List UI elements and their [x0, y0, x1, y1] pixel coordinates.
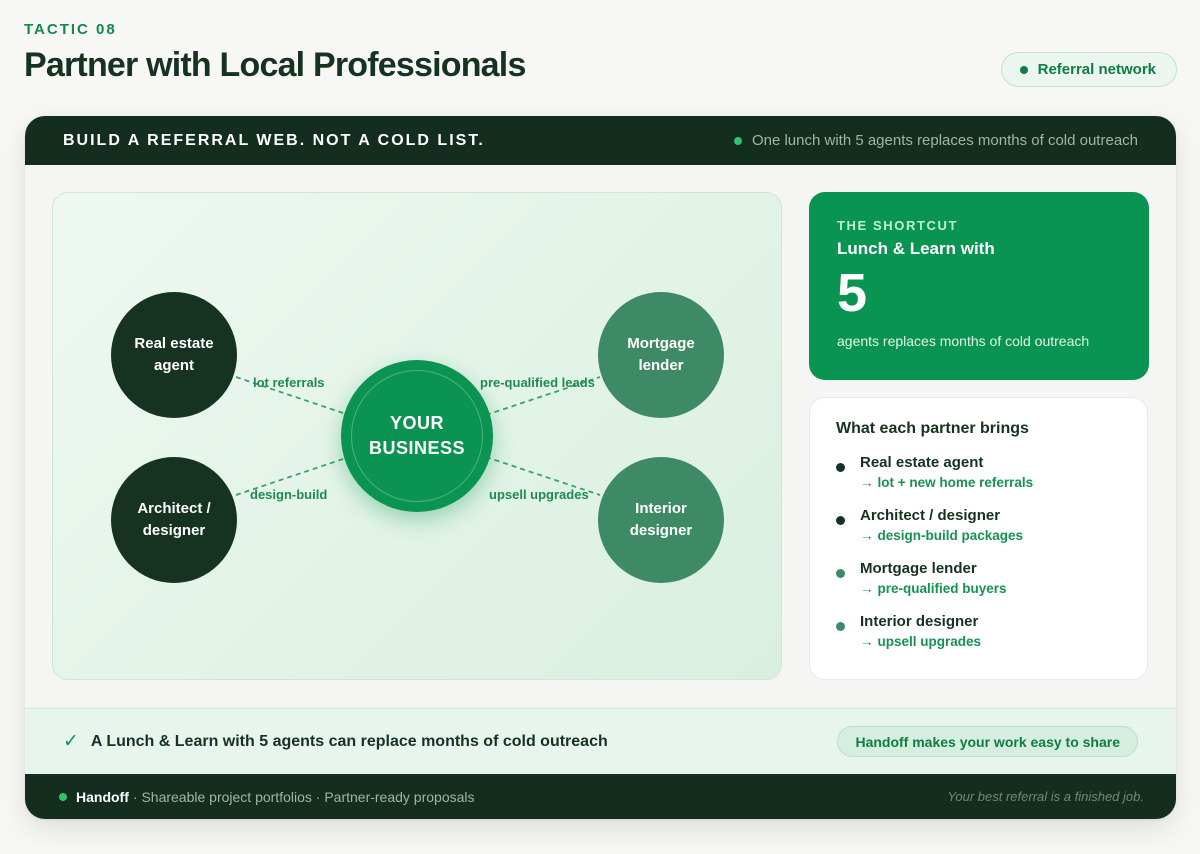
footer-brand: Handoff	[76, 788, 129, 805]
shortcut-card: THE SHORTCUT Lunch & Learn with 5 agents…	[809, 192, 1149, 380]
node-label: Interior designer	[629, 500, 693, 539]
node-label: Mortgage lender	[627, 335, 695, 374]
card-header-note-text: One lunch with 5 agents replaces months …	[751, 132, 1138, 149]
bullet-icon	[836, 569, 845, 578]
card-header-title: BUILD A REFERRAL WEB. NOT A COLD LIST.	[63, 131, 485, 149]
partner-name: Architect / designer	[860, 507, 1001, 524]
card-header-note: One lunch with 5 agents replaces months …	[733, 132, 1138, 149]
tactic-eyebrow: TACTIC 08	[24, 21, 117, 38]
page-title: Partner with Local Professionals	[24, 46, 526, 84]
shortcut-eyebrow: THE SHORTCUT	[837, 218, 959, 233]
footer-items: · Shareable project portfolios · Partner…	[132, 788, 475, 805]
partner-name: Interior designer	[860, 613, 979, 630]
node-interior-designer: Interior designer	[598, 457, 724, 583]
card-footer: Handoff · Shareable project portfolios ·…	[25, 774, 1176, 819]
partner-benefits-card: What each partner brings Real estate age…	[809, 397, 1148, 680]
partner-benefit: → upsell upgrades	[860, 634, 1121, 650]
bullet-icon	[836, 516, 845, 525]
partner-benefit: → pre-qualified buyers	[860, 581, 1121, 597]
node-label: Real estate agent	[134, 335, 214, 374]
partner-benefit: → design-build packages	[860, 528, 1121, 544]
list-item: Interior designer → upsell upgrades	[836, 613, 1121, 650]
list-item: Architect / designer → design-build packa…	[836, 507, 1121, 544]
status-dot-icon	[733, 136, 742, 145]
partner-benefits-title: What each partner brings	[836, 420, 1029, 437]
arrow-right-icon: →	[860, 528, 874, 543]
node-your-business: YOUR BUSINESS	[341, 360, 493, 512]
partner-name: Mortgage lender	[860, 560, 977, 577]
partner-benefit-text: upsell upgrades	[877, 634, 982, 649]
referral-diagram: Real estate agent Architect / designer M…	[52, 192, 782, 680]
tactic-card: BUILD A REFERRAL WEB. NOT A COLD LIST. O…	[25, 116, 1176, 819]
takeaway-text: A Lunch & Learn with 5 agents can replac…	[90, 732, 608, 750]
check-icon: ✓	[63, 731, 79, 752]
partner-benefit-text: pre-qualified buyers	[877, 581, 1007, 596]
takeaway-bar: ✓ A Lunch & Learn with 5 agents can repl…	[25, 708, 1176, 774]
partner-benefit: → lot + new home referrals	[860, 475, 1121, 491]
partner-benefit-text: lot + new home referrals	[877, 475, 1034, 490]
node-architect-designer: Architect / designer	[111, 457, 237, 583]
bullet-icon	[836, 622, 845, 631]
partner-name: Real estate agent	[860, 454, 984, 471]
center-label: YOUR BUSINESS	[368, 413, 466, 458]
edge-label-interior: upsell upgrades	[489, 487, 589, 502]
shortcut-caption: agents replaces months of cold outreach	[837, 333, 1090, 349]
status-dot-icon	[59, 792, 67, 801]
edge-label-real-estate: lot referrals	[253, 375, 325, 390]
card-header: BUILD A REFERRAL WEB. NOT A COLD LIST. O…	[25, 116, 1176, 165]
arrow-right-icon: →	[860, 634, 874, 649]
node-real-estate-agent: Real estate agent	[111, 292, 237, 418]
shortcut-number: 5	[837, 263, 868, 323]
list-item: Mortgage lender → pre-qualified buyers	[836, 560, 1121, 597]
arrow-right-icon: →	[860, 581, 874, 596]
partner-benefit-text: design-build packages	[877, 528, 1024, 543]
shortcut-title: Lunch & Learn with	[837, 239, 995, 258]
arrow-right-icon: →	[860, 475, 874, 490]
edge-label-mortgage: pre-qualified leads	[480, 375, 595, 390]
bullet-icon	[836, 463, 845, 472]
handoff-badge: Handoff makes your work easy to share	[837, 726, 1138, 757]
edge-label-architect: design-build	[250, 487, 328, 502]
referral-network-badge: Referral network	[1000, 52, 1177, 87]
status-dot-icon	[1019, 65, 1028, 74]
footer-features: Handoff · Shareable project portfolios ·…	[59, 789, 475, 805]
badge-label: Referral network	[1037, 61, 1156, 78]
list-item: Real estate agent → lot + new home referr…	[836, 454, 1121, 491]
takeaway-message: ✓ A Lunch & Learn with 5 agents can repl…	[63, 730, 608, 753]
node-mortgage-lender: Mortgage lender	[598, 292, 724, 418]
footer-tagline: Your best referral is a finished job.	[947, 789, 1144, 804]
node-label: Architect / designer	[137, 500, 211, 539]
